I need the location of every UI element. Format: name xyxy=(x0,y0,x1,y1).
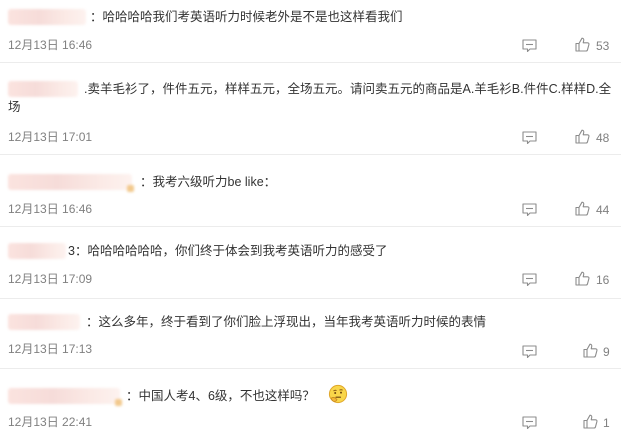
thumbs-up-icon[interactable] xyxy=(575,201,590,216)
blurred-username[interactable] xyxy=(8,174,134,192)
comment-bubble-icon[interactable] xyxy=(522,203,537,216)
thumbs-up-icon[interactable] xyxy=(575,271,590,286)
comment-timestamp: 12月13日 17:01 xyxy=(8,130,93,144)
like-count: 53 xyxy=(596,39,610,53)
comment-separator: ： xyxy=(126,389,139,403)
comment-bubble-icon[interactable] xyxy=(522,131,537,144)
divider xyxy=(0,226,621,227)
comment-bubble-icon[interactable] xyxy=(522,416,537,429)
comment-timestamp: 12月13日 22:41 xyxy=(8,415,93,429)
blurred-username[interactable] xyxy=(8,9,86,25)
comment-bubble-icon[interactable] xyxy=(522,39,537,52)
comment-bubble-icon[interactable] xyxy=(522,345,537,358)
comment-timestamp: 12月13日 17:09 xyxy=(8,272,93,286)
comment-timestamp: 12月13日 16:46 xyxy=(8,38,93,52)
like-count: 44 xyxy=(596,203,610,217)
divider xyxy=(0,62,621,63)
divider xyxy=(0,154,621,155)
comment-body: 卖羊毛衫了，件件五元，样样五元，全场五元。请问卖五元的商品是A.羊毛衫B.件件C… xyxy=(8,82,612,114)
divider xyxy=(0,368,621,369)
comment-text: ：中国人考4、6级，不也这样吗？ xyxy=(126,387,315,405)
thumbs-up-icon[interactable] xyxy=(583,414,598,429)
blurred-username[interactable] xyxy=(8,314,80,330)
comment-separator: ： xyxy=(86,315,99,329)
comment-body: 我考六级听力be like： xyxy=(152,175,277,189)
comment-text: 3：哈哈哈哈哈哈，你们终于体会到我考英语听力的感受了 xyxy=(68,242,387,260)
blurred-username[interactable] xyxy=(8,388,122,406)
comment-body: 哈哈哈哈我们考英语听力时候老外是不是也这样看我们 xyxy=(102,10,403,24)
like-count: 1 xyxy=(603,416,610,430)
thumbs-up-icon[interactable] xyxy=(575,37,590,52)
comment-body: 这么多年，终于看到了你们脸上浮现出，当年我考英语听力时候的表情 xyxy=(98,315,487,329)
comment-timestamp: 12月13日 16:46 xyxy=(8,202,93,216)
thumbs-up-icon[interactable] xyxy=(583,343,598,358)
like-count: 16 xyxy=(596,273,610,287)
thumbs-up-icon[interactable] xyxy=(575,129,590,144)
comment-separator: ： xyxy=(140,175,153,189)
comment-text: ：我考六级听力be like： xyxy=(140,173,276,191)
divider xyxy=(0,298,621,299)
comment-timestamp: 12月13日 17:13 xyxy=(8,342,93,356)
comment-text: ：哈哈哈哈我们考英语听力时候老外是不是也这样看我们 xyxy=(90,8,403,26)
comment-bubble-icon[interactable] xyxy=(522,273,537,286)
like-count: 9 xyxy=(603,345,610,359)
comment-text: ：这么多年，终于看到了你们脸上浮现出，当年我考英语听力时候的表情 xyxy=(86,313,486,331)
comment-separator: ： xyxy=(90,10,103,24)
blurred-username[interactable] xyxy=(8,243,66,259)
comment-body: 中国人考4、6级，不也这样吗？ xyxy=(138,389,315,403)
thinking-face-emoji xyxy=(328,384,348,404)
comment-text: .卖羊毛衫了，件件五元，样样五元，全场五元。请问卖五元的商品是A.羊毛衫B.件件… xyxy=(8,80,618,116)
like-count: 48 xyxy=(596,131,610,145)
comment-separator: 3： xyxy=(68,244,88,258)
comment-body: 哈哈哈哈哈哈，你们终于体会到我考英语听力的感受了 xyxy=(87,244,388,258)
